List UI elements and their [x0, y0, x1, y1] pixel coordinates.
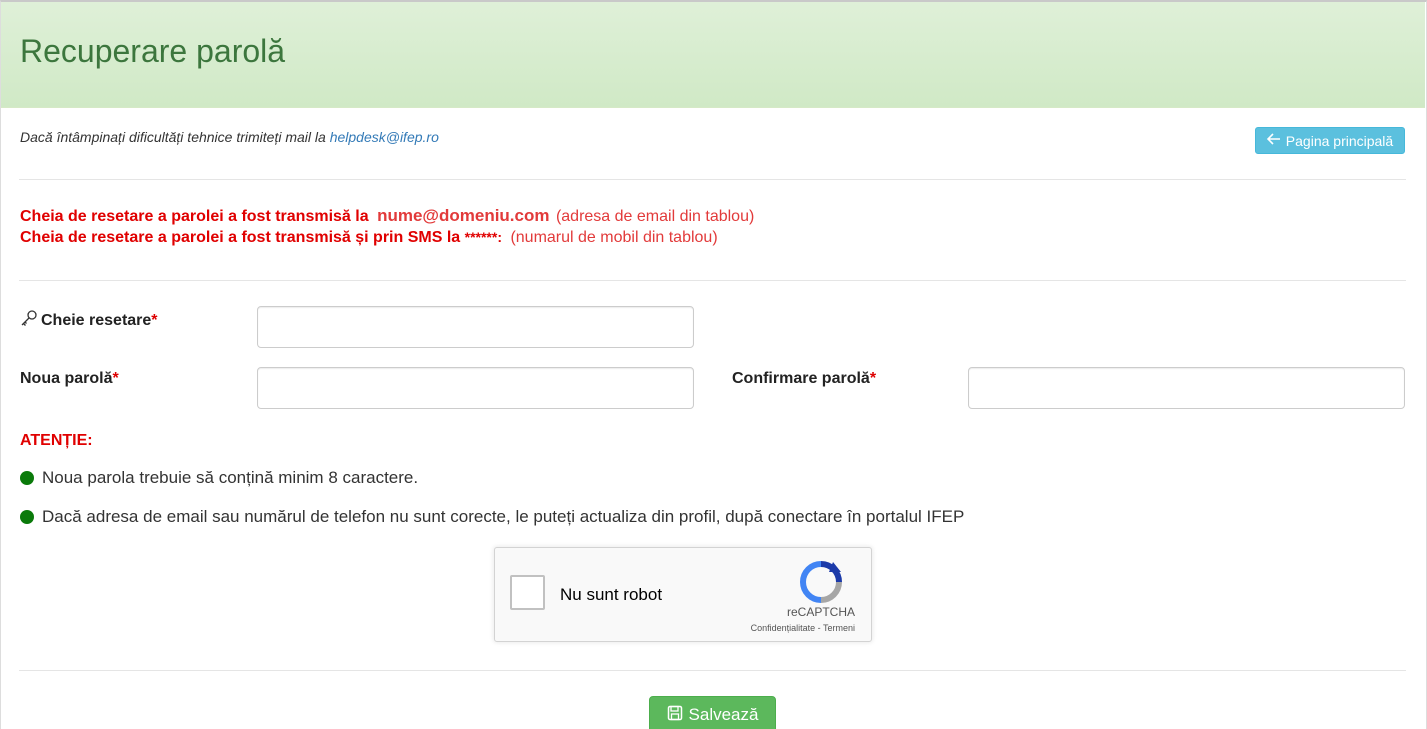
notice-sms: Cheia de resetare a parolei a fost trans…	[20, 229, 718, 247]
green-dot-icon	[20, 510, 34, 524]
notice-email-note: (adresa de email din tablou)	[555, 208, 755, 225]
arrow-left-icon	[1266, 132, 1281, 149]
page-header: Recuperare parolă	[1, 2, 1425, 108]
recaptcha-logo-icon	[799, 560, 843, 604]
page-title: Recuperare parolă	[20, 33, 286, 69]
notice-email-text: Cheia de resetare a parolei a fost trans…	[20, 208, 369, 225]
save-button-label: Salvează	[688, 705, 759, 724]
help-text: Dacă întâmpinați dificultăți tehnice tri…	[20, 129, 439, 145]
recaptcha-links[interactable]: Confidențialitate - Termeni	[751, 623, 855, 633]
floppy-disk-icon	[667, 705, 683, 726]
reset-key-label-text: Cheie resetare	[41, 312, 152, 329]
notice-sms-text: Cheia de resetare a parolei a fost trans…	[20, 229, 461, 246]
notice-sms-note: (numarul de mobil din tablou)	[510, 229, 718, 246]
attention-title: ATENȚIE:	[20, 432, 93, 449]
attention-item-text: Noua parola trebuie să conțină minim 8 c…	[42, 468, 419, 487]
home-page-button-label: Pagina principală	[1285, 132, 1394, 149]
recaptcha-widget: Nu sunt robot reCAPTCHA Confidențialitat…	[494, 547, 872, 642]
helpdesk-email-link[interactable]: helpdesk@ifep.ro	[330, 129, 439, 145]
green-dot-icon	[20, 471, 34, 485]
new-password-input[interactable]	[257, 367, 694, 409]
required-mark: *	[869, 370, 877, 387]
home-page-button[interactable]: Pagina principală	[1255, 127, 1405, 154]
notice-sms-masked-number: ******:	[464, 229, 502, 245]
divider	[19, 179, 1406, 180]
confirm-password-input[interactable]	[968, 367, 1405, 409]
attention-item: Noua parola trebuie să conțină minim 8 c…	[20, 468, 418, 488]
attention-item-text: Dacă adresa de email sau numărul de tele…	[42, 507, 965, 526]
help-text-label: Dacă întâmpinați dificultăți tehnice tri…	[20, 129, 330, 145]
recaptcha-label: Nu sunt robot	[560, 585, 663, 604]
recaptcha-brand: reCAPTCHA	[786, 605, 855, 619]
required-mark: *	[151, 312, 158, 329]
notice-email-address: nume@domeniu.com	[377, 206, 550, 225]
confirm-password-label: Confirmare parolă*	[732, 370, 876, 388]
key-icon	[20, 309, 38, 332]
reset-key-label: Cheie resetare*	[20, 309, 158, 332]
recaptcha-checkbox[interactable]	[510, 575, 545, 610]
new-password-label: Noua parolă*	[20, 370, 119, 388]
save-button[interactable]: Salvează	[649, 696, 776, 729]
reset-key-input[interactable]	[257, 306, 694, 348]
divider	[19, 280, 1406, 281]
confirm-password-label-text: Confirmare parolă	[732, 370, 870, 387]
required-mark: *	[112, 370, 119, 387]
notice-email: Cheia de resetare a parolei a fost trans…	[20, 206, 754, 226]
divider	[19, 670, 1406, 671]
new-password-label-text: Noua parolă	[20, 370, 113, 387]
attention-item: Dacă adresa de email sau numărul de tele…	[20, 507, 964, 527]
